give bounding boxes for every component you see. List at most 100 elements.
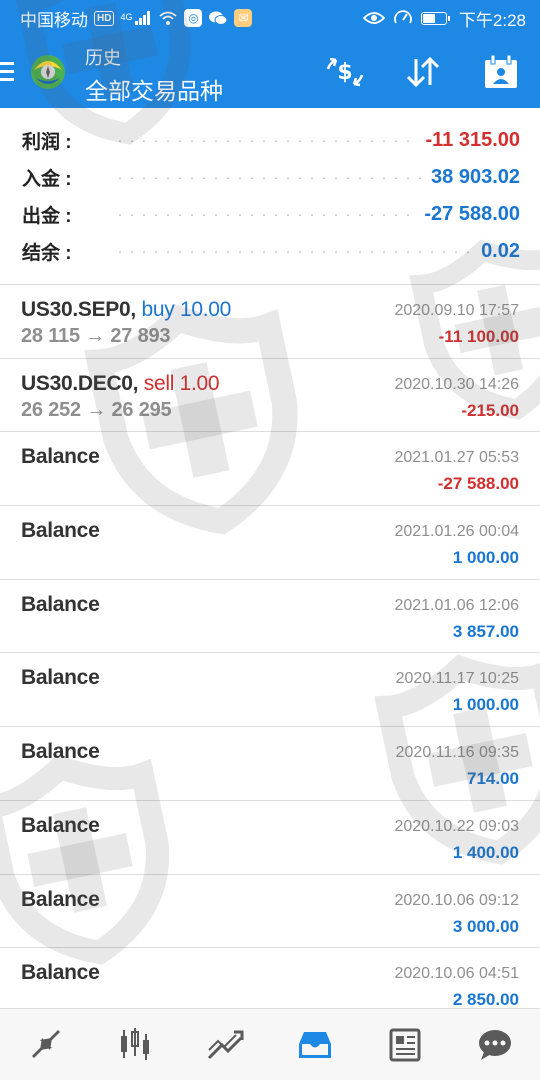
row-symbol: Balance xyxy=(21,813,100,838)
symbol-label: Balance xyxy=(21,887,100,911)
trade-arrows-icon xyxy=(32,1029,60,1058)
nav-chart[interactable] xyxy=(90,1009,180,1080)
row-symbol: Balance xyxy=(21,519,100,543)
summary-label: 出金 : xyxy=(22,206,72,227)
summary-panel: 利润 : -11 315.00 入金 : 38 903.02 出金 : -27 588.0… xyxy=(0,122,540,270)
dollar-exchange-icon: $ xyxy=(326,57,364,87)
trend-icon xyxy=(207,1030,244,1059)
symbol-label: Balance xyxy=(21,592,100,616)
symbol-label: Balance xyxy=(21,740,100,764)
summary-row: 入金 : 38 903.02 xyxy=(0,159,540,196)
summary-row: 结余 : 0.02 xyxy=(0,233,540,270)
clock-label: 下午2:28 xyxy=(458,10,526,30)
summary-label: 利润 : xyxy=(22,132,72,153)
history-row[interactable]: Balance 2021.01.06 12:06 3 857.00 xyxy=(0,580,540,654)
sort-icon xyxy=(406,56,440,88)
status-left: 中国移动 HD 4G ◎ ✉ xyxy=(20,6,363,31)
history-row[interactable]: Balance 2020.11.16 09:35 714.00 xyxy=(0,727,540,801)
carrier-label: 中国移动 xyxy=(20,10,88,30)
summary-value: 0.02 xyxy=(481,240,520,262)
history-row[interactable]: Balance 2021.01.27 05:53 -27 588.00 xyxy=(0,432,540,507)
row-profit: -27 588.00 xyxy=(437,474,519,494)
row-profit: 3 857.00 xyxy=(452,621,519,641)
symbol-label: Balance xyxy=(21,445,100,469)
history-row[interactable]: Balance 2020.10.06 09:12 3 000.00 xyxy=(0,875,540,949)
hd-badge: HD xyxy=(94,10,115,26)
symbol-label: Balance xyxy=(21,813,100,837)
trade-side: sell 1.00 xyxy=(143,371,220,395)
trade-prices: 28 115 → 27 893 xyxy=(21,325,171,347)
summary-label: 入金 : xyxy=(22,169,72,190)
symbol-filter[interactable]: 全部交易品种 xyxy=(85,72,223,106)
symbol-label: US30.SEP0, xyxy=(21,298,136,321)
mail-notification-icon: ✉ xyxy=(234,9,253,27)
symbol-label: Balance xyxy=(21,666,100,690)
symbol-label: Balance xyxy=(21,519,100,543)
app-notification-icon: ◎ xyxy=(184,9,203,27)
candlestick-icon xyxy=(121,1027,149,1060)
row-profit: 1 000.00 xyxy=(452,548,519,568)
symbol-label: US30.DEC0, xyxy=(21,371,139,395)
nav-history[interactable] xyxy=(270,1009,360,1080)
summary-row: 利润 : -11 315.00 xyxy=(0,122,540,159)
dotted-leader xyxy=(114,213,415,216)
dotted-leader xyxy=(114,250,472,253)
menu-icon[interactable] xyxy=(0,62,14,82)
summary-label: 结余 : xyxy=(22,243,72,264)
row-date: 2020.11.17 10:25 xyxy=(395,670,519,688)
status-right: 下午2:28 xyxy=(362,6,526,31)
row-symbol: Balance xyxy=(21,961,100,985)
row-symbol: Balance xyxy=(21,592,100,617)
signal-icon xyxy=(135,11,151,25)
history-row[interactable]: US30.DEC0, sell 1.00 26 252 → 26 295 2020.… xyxy=(0,359,540,433)
row-symbol: Balance xyxy=(21,740,100,764)
nav-messages[interactable] xyxy=(450,1009,540,1080)
bottom-nav xyxy=(0,1008,540,1080)
row-date: 2020.10.30 14:26 xyxy=(394,375,519,393)
wifi-icon xyxy=(159,11,178,25)
summary-value: -27 588.00 xyxy=(424,203,520,225)
row-profit: 1 400.00 xyxy=(452,842,519,862)
wechat-icon xyxy=(209,11,228,25)
row-profit: -11 100.00 xyxy=(438,327,519,346)
row-date: 2020.10.06 09:12 xyxy=(394,891,519,909)
row-symbol: Balance xyxy=(21,666,100,690)
eye-icon xyxy=(362,12,385,24)
row-symbol: US30.DEC0, sell 1.00 xyxy=(21,371,220,396)
calendar-button[interactable] xyxy=(478,50,524,94)
summary-value: -11 315.00 xyxy=(425,129,520,151)
row-date: 2020.11.16 09:35 xyxy=(395,744,519,762)
row-date: 2020.09.10 17:57 xyxy=(394,302,519,319)
row-symbol: US30.SEP0, buy 10.00 xyxy=(21,298,231,322)
app-header: 历史 全部交易品种 $ xyxy=(0,36,540,108)
sort-button[interactable] xyxy=(400,50,446,94)
dotted-leader xyxy=(114,176,422,179)
history-row[interactable]: Balance 2020.11.17 10:25 1 000.00 xyxy=(0,653,540,728)
row-profit: 1 000.00 xyxy=(452,695,519,715)
nav-news[interactable] xyxy=(360,1009,450,1080)
svg-text:$: $ xyxy=(337,60,352,85)
calendar-icon xyxy=(485,54,517,88)
history-row[interactable]: US30.SEP0, buy 10.00 28 115 → 27 893 2020.… xyxy=(0,285,540,359)
row-profit: -215.00 xyxy=(461,400,519,420)
app-logo-icon xyxy=(31,55,65,89)
row-symbol: Balance xyxy=(21,887,100,912)
row-profit: 714.00 xyxy=(467,769,519,789)
chat-icon xyxy=(479,1029,511,1060)
symbol-label: Balance xyxy=(21,961,100,985)
history-list[interactable]: US30.SEP0, buy 10.00 28 115 → 27 893 2020.… xyxy=(0,285,540,1022)
trade-prices: 26 252 → 26 295 xyxy=(21,398,172,421)
speed-icon xyxy=(394,10,412,24)
row-date: 2021.01.06 12:06 xyxy=(394,596,519,614)
nav-trade[interactable] xyxy=(180,1009,270,1080)
nav-quotes[interactable] xyxy=(0,1009,90,1080)
page-title: 历史 xyxy=(85,48,121,68)
dollar-exchange-button[interactable]: $ xyxy=(322,50,368,94)
battery-icon xyxy=(420,11,450,25)
summary-value: 38 903.02 xyxy=(431,166,520,188)
history-row[interactable]: Balance 2021.01.26 00:04 1 000.00 xyxy=(0,506,540,580)
newspaper-icon xyxy=(389,1028,421,1061)
row-date: 2021.01.26 00:04 xyxy=(394,523,519,541)
row-date: 2021.01.27 05:53 xyxy=(394,449,519,467)
history-row[interactable]: Balance 2020.10.22 09:03 1 400.00 xyxy=(0,801,540,875)
